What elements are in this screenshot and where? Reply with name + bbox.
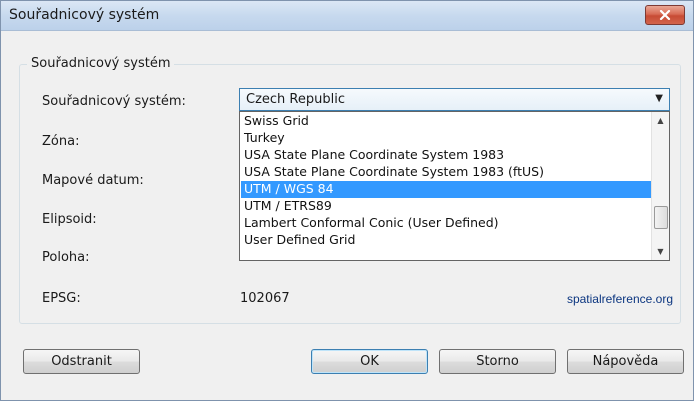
spatialreference-link[interactable]: spatialreference.org bbox=[567, 292, 673, 306]
remove-button[interactable]: Odstranit bbox=[23, 349, 140, 374]
coordinate-system-dropdown-list[interactable]: Swiss Grid Turkey USA State Plane Coordi… bbox=[239, 111, 670, 261]
dropdown-option[interactable]: USA State Plane Coordinate System 1983 bbox=[241, 147, 653, 164]
epsg-label: EPSG: bbox=[42, 291, 81, 306]
map-datum-label: Mapové datum: bbox=[42, 173, 144, 188]
dropdown-option-selected[interactable]: UTM / WGS 84 bbox=[241, 181, 653, 198]
close-button[interactable] bbox=[645, 5, 685, 25]
coordinate-system-select[interactable]: Czech Republic ▼ bbox=[239, 88, 670, 111]
chevron-down-icon: ▼ bbox=[657, 247, 664, 256]
scroll-down-button[interactable]: ▼ bbox=[652, 243, 669, 260]
coordinate-system-selected: Czech Republic bbox=[246, 92, 345, 107]
ellipsoid-label: Elipsoid: bbox=[42, 212, 97, 227]
title-bar[interactable]: Souřadnicový systém bbox=[1, 1, 693, 31]
dropdown-scrollbar[interactable]: ▲ ▼ bbox=[651, 112, 669, 260]
dropdown-option[interactable]: USA State Plane Coordinate System 1983 (… bbox=[241, 164, 653, 181]
chevron-up-icon: ▲ bbox=[657, 116, 664, 125]
ok-button[interactable]: OK bbox=[311, 349, 428, 374]
chevron-down-icon: ▼ bbox=[655, 93, 663, 104]
help-button[interactable]: Nápověda bbox=[567, 349, 684, 374]
group-title: Souřadnicový systém bbox=[27, 56, 175, 71]
position-label: Poloha: bbox=[42, 250, 90, 265]
scrollbar-thumb[interactable] bbox=[654, 206, 668, 229]
dropdown-option[interactable]: UTM / ETRS89 bbox=[241, 198, 653, 215]
scroll-up-button[interactable]: ▲ bbox=[652, 112, 669, 129]
zone-label: Zóna: bbox=[42, 134, 80, 149]
coordinate-system-label: Souřadnicový systém: bbox=[42, 94, 186, 109]
close-icon bbox=[659, 10, 671, 20]
dropdown-option[interactable]: Lambert Conformal Conic (User Defined) bbox=[241, 215, 653, 232]
dialog-window: Souřadnicový systém Souřadnicový systém … bbox=[0, 0, 694, 401]
dropdown-option[interactable]: User Defined Grid bbox=[241, 232, 653, 249]
window-title: Souřadnicový systém bbox=[9, 7, 160, 23]
dropdown-option[interactable]: Swiss Grid bbox=[241, 113, 653, 130]
dropdown-option[interactable]: Turkey bbox=[241, 130, 653, 147]
epsg-value: 102067 bbox=[240, 291, 290, 306]
cancel-button[interactable]: Storno bbox=[439, 349, 556, 374]
